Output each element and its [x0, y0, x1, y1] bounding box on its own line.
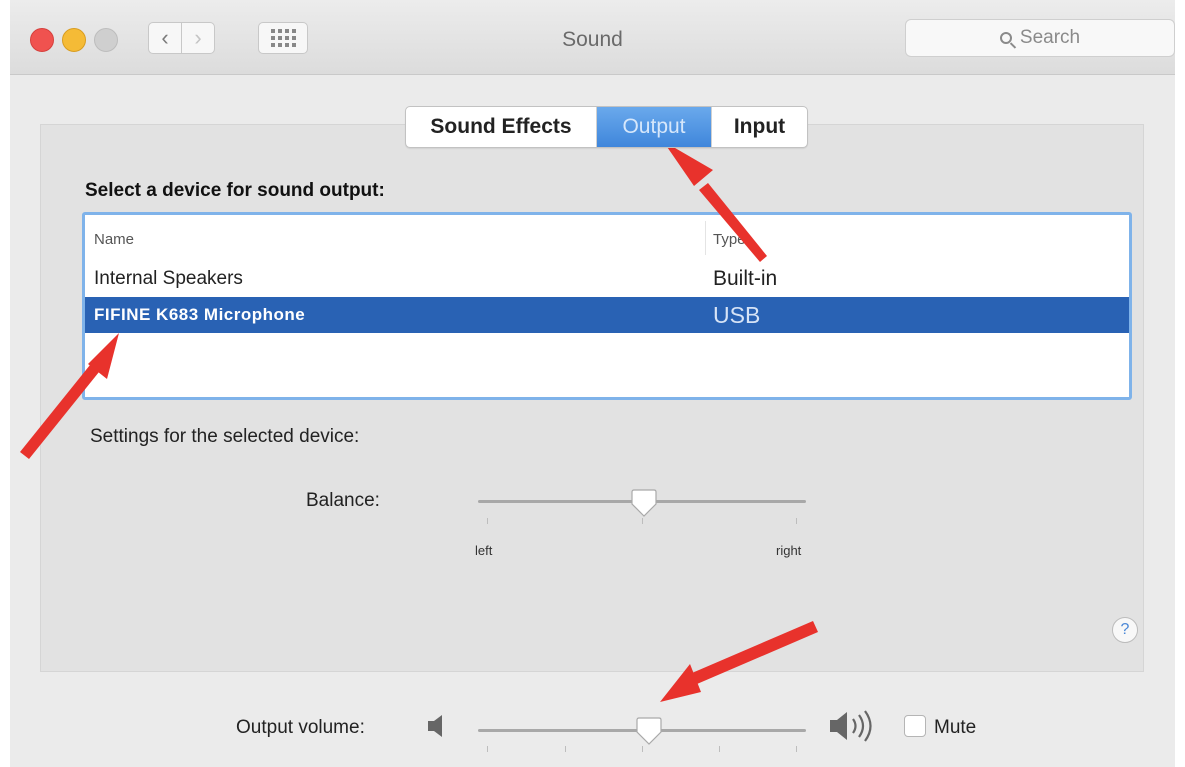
volume-tick [565, 746, 566, 752]
title-bar: ‹ › Sound Search [10, 0, 1175, 75]
mute-checkbox[interactable] [904, 715, 926, 737]
forward-button[interactable]: › [181, 22, 215, 54]
balance-tick [796, 518, 797, 524]
device-type: Built-in [713, 267, 778, 290]
volume-tick [487, 746, 488, 752]
back-button[interactable]: ‹ [148, 22, 182, 54]
volume-tick [642, 746, 643, 752]
minimize-window-button[interactable] [62, 28, 86, 52]
help-button[interactable]: ? [1112, 617, 1138, 643]
show-all-button[interactable] [258, 22, 308, 54]
column-divider [705, 221, 706, 255]
balance-slider-thumb[interactable] [631, 488, 657, 518]
grid-icon [270, 29, 296, 47]
column-header-name[interactable]: Name [94, 231, 134, 248]
device-name: Internal Speakers [94, 268, 243, 289]
chevron-right-icon: › [194, 25, 202, 50]
speaker-high-icon [828, 708, 888, 749]
close-window-button[interactable] [30, 28, 54, 52]
settings-label: Settings for the selected device: [90, 426, 360, 447]
balance-tick [642, 518, 643, 524]
table-row[interactable]: Internal Speakers Built-in [85, 261, 1129, 297]
chevron-left-icon: ‹ [161, 25, 169, 50]
table-row-selected[interactable]: FIFINE K683 Microphone USB [85, 297, 1129, 333]
volume-tick [796, 746, 797, 752]
device-type: USB [713, 302, 761, 328]
volume-slider-thumb[interactable] [636, 716, 662, 746]
search-placeholder: Search [1019, 27, 1081, 48]
column-header-type[interactable]: Type [713, 231, 746, 248]
speaker-low-icon [426, 713, 446, 744]
balance-left-label: left [475, 543, 493, 558]
output-volume-label: Output volume: [236, 717, 365, 738]
tab-sound-effects[interactable]: Sound Effects [406, 107, 597, 147]
volume-tick [719, 746, 720, 752]
search-icon [999, 32, 1012, 44]
search-field[interactable]: Search [905, 19, 1175, 57]
sound-preferences-window: ‹ › Sound Search Sound Effects Output In… [10, 0, 1175, 767]
tab-input[interactable]: Input [712, 107, 807, 147]
select-device-label: Select a device for sound output: [85, 180, 385, 201]
balance-tick [487, 518, 488, 524]
balance-right-label: right [776, 543, 802, 558]
balance-label: Balance: [306, 490, 380, 511]
table-header: Name Type [85, 215, 1129, 262]
device-table[interactable]: Name Type Internal Speakers Built-in FIF… [82, 212, 1132, 400]
tab-bar: Sound Effects Output Input [405, 106, 808, 148]
zoom-window-button[interactable] [94, 28, 118, 52]
mute-label: Mute [934, 717, 977, 738]
tab-output[interactable]: Output [597, 107, 712, 147]
device-name: FIFINE K683 Microphone [94, 305, 306, 324]
